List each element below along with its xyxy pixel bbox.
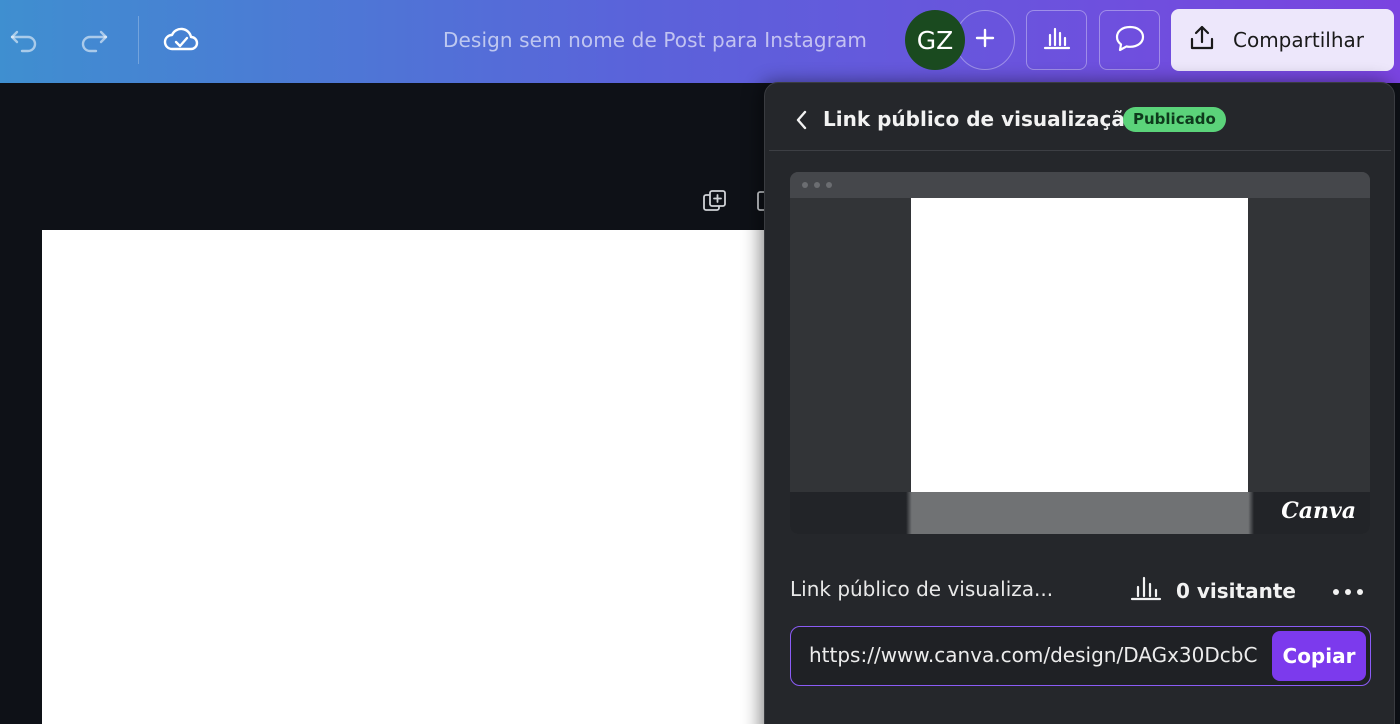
panel-title: Link público de visualização — [823, 107, 1139, 131]
public-link-url[interactable]: https://www.canva.com/design/DAGx30DcbC — [809, 643, 1269, 667]
design-canvas[interactable] — [42, 230, 802, 724]
toolbar-divider — [138, 16, 139, 64]
preview-footer: Canva — [790, 492, 1370, 534]
document-title[interactable]: Design sem nome de Post para Instagram — [380, 28, 930, 52]
more-options-button[interactable] — [1330, 575, 1366, 605]
visitor-count-label: 0 visitante — [1176, 578, 1296, 603]
preview-window-bar — [790, 172, 1370, 198]
insights-icon — [1042, 25, 1072, 55]
divider — [769, 150, 1391, 151]
undo-icon[interactable] — [6, 22, 42, 58]
canva-logo: Canva — [1281, 498, 1356, 524]
preview-page — [911, 198, 1248, 492]
public-link-field[interactable]: https://www.canva.com/design/DAGx30DcbC … — [790, 626, 1371, 686]
upload-icon — [1187, 23, 1217, 58]
comments-button[interactable] — [1099, 10, 1160, 70]
visitor-count[interactable]: 0 visitante — [1130, 575, 1296, 606]
duplicate-page-icon[interactable] — [702, 189, 728, 215]
redo-icon[interactable] — [76, 22, 112, 58]
panel-header: Link público de visualização Publicado — [765, 83, 1394, 151]
insights-icon — [1130, 575, 1162, 606]
top-bar: Design sem nome de Post para Instagram G… — [0, 0, 1400, 83]
window-dot — [826, 182, 832, 188]
share-panel: Link público de visualização Publicado C… — [764, 82, 1395, 724]
share-button[interactable]: Compartilhar — [1171, 9, 1394, 71]
window-dot — [814, 182, 820, 188]
status-badge: Publicado — [1123, 107, 1226, 132]
plus-icon — [974, 27, 996, 53]
insights-button[interactable] — [1026, 10, 1087, 70]
avatar[interactable]: GZ — [905, 10, 965, 70]
cloud-saved-icon[interactable] — [163, 22, 199, 58]
copy-button[interactable]: Copiar — [1272, 631, 1366, 681]
back-icon[interactable] — [793, 109, 811, 131]
link-label: Link público de visualiza... — [790, 577, 1054, 601]
more-icon — [1332, 581, 1364, 600]
comment-icon — [1114, 23, 1146, 57]
share-button-label: Compartilhar — [1233, 28, 1364, 52]
link-preview: Canva — [790, 172, 1370, 534]
window-dot — [802, 182, 808, 188]
